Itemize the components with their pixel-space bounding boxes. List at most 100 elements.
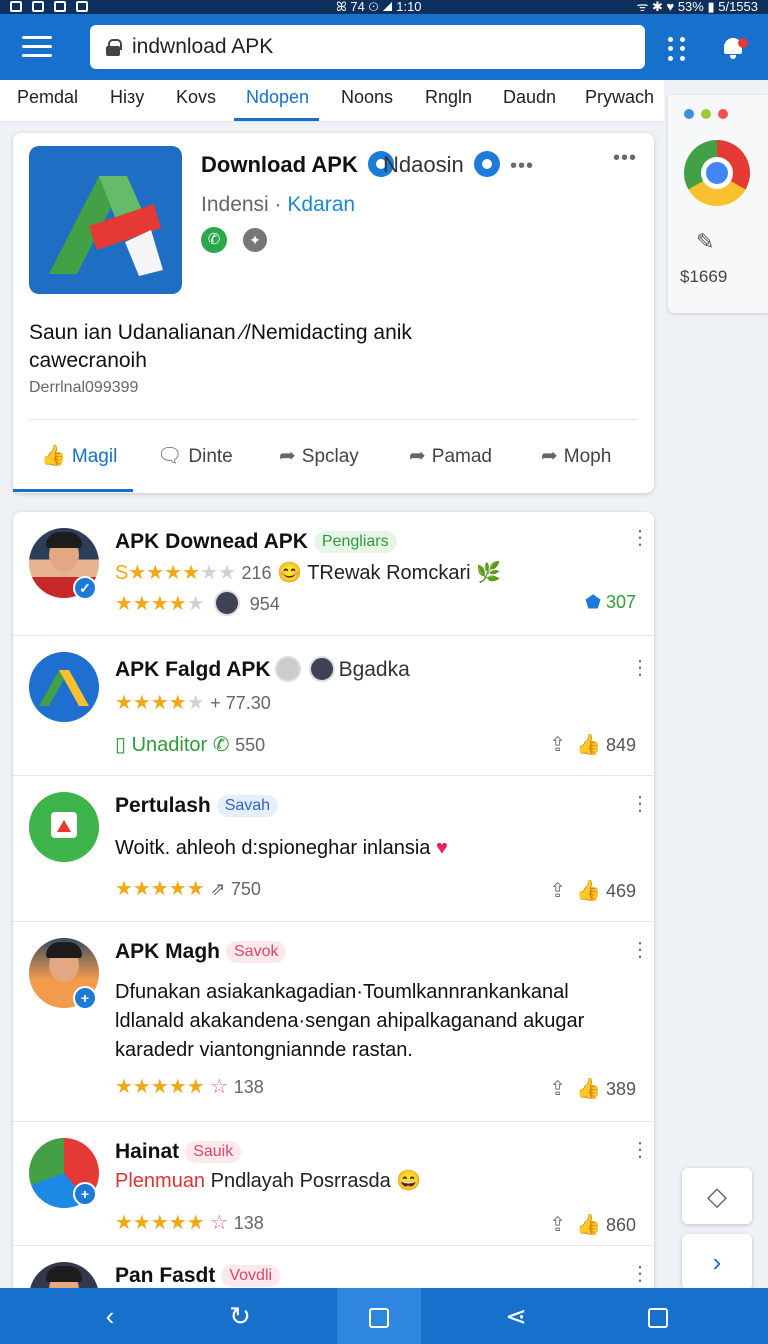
share-icon[interactable]: ⇪ <box>549 734 566 756</box>
list-item[interactable]: ✓ APK Downead APK Pengliars ⋮ S★★★★★★ 216… <box>13 512 654 636</box>
more-share-button[interactable]: ➦ Moph <box>541 443 611 468</box>
comment-icon: 🗨 <box>157 445 183 467</box>
app-card: Download APK Ndaosin ••• ••• Indensi · K… <box>13 133 654 493</box>
active-action-indicator <box>13 489 133 492</box>
forward-button[interactable]: ➦ Pamad <box>409 443 492 468</box>
refresh-icon[interactable]: ↻ <box>198 1288 282 1344</box>
more-vertical-icon[interactable]: ⋮ <box>630 1264 650 1284</box>
share-arrow-icon: ➦ <box>541 445 558 467</box>
tab-noons[interactable]: Noons <box>341 80 393 122</box>
phone-icon: ▯ <box>115 734 127 756</box>
bottom-nav: ‹ ↻ ⋖ <box>0 1288 768 1344</box>
share-icon[interactable]: ⋖ <box>474 1288 558 1344</box>
app-description: Saun ian Udanalianan ⁄/Nemidacting anik … <box>29 321 412 372</box>
item-stat: ⇪ 👍 860 <box>549 1214 636 1236</box>
tab-ndopen[interactable]: Ndopen <box>233 80 320 122</box>
item-title: APK Magh Savok <box>115 940 287 964</box>
more-horizontal-icon[interactable]: ••• <box>510 155 534 177</box>
share-icon[interactable]: ⇪ <box>549 1078 566 1100</box>
hamburger-menu-icon[interactable] <box>22 36 52 58</box>
award-icon: ⬟ <box>585 592 606 612</box>
app-badges: ✆ ✦ <box>201 227 267 253</box>
thumbs-up-icon[interactable]: 👍 <box>576 880 601 902</box>
share-icon: ⇗ <box>210 879 226 899</box>
more-vertical-icon[interactable]: ⋮ <box>630 658 650 678</box>
item-rating: ★★★★★ ☆ 138 <box>115 1212 264 1234</box>
share-icon[interactable]: ⇪ <box>549 1214 566 1236</box>
avatar[interactable] <box>29 792 99 862</box>
like-button[interactable]: 👍 Magil <box>41 443 117 468</box>
list-item[interactable]: + APK Magh Savok ⋮ Dfunakan asiakankagadi… <box>13 922 654 1122</box>
thumbs-up-icon[interactable]: 👍 <box>576 1078 601 1100</box>
tab-rngln[interactable]: Rngln <box>425 80 472 122</box>
item-body: Dfunakan asiakankagadian·Toumlkannrankan… <box>115 981 585 1061</box>
add-badge-icon: + <box>73 986 97 1010</box>
mini-avatar <box>308 656 335 682</box>
more-vertical-icon[interactable]: ⋮ <box>630 1140 650 1160</box>
avatar[interactable] <box>29 652 99 722</box>
edit-icon[interactable]: ✎ <box>696 229 714 255</box>
item-rating: ★★★★★ + 77.30 <box>115 692 271 714</box>
rating-stars: ★★★★★ ☆ <box>115 1212 229 1234</box>
share-icon[interactable]: ✦ <box>243 228 267 252</box>
rating-stars: S★★★★★★ <box>115 562 236 584</box>
emoji-icon: 😄 <box>396 1170 422 1192</box>
address-bar[interactable] <box>90 25 645 69</box>
item-title: Pan Fasdt Vovdli <box>115 1264 281 1288</box>
apps-grid-icon[interactable] <box>668 37 688 61</box>
app-title: Download APK <box>201 151 398 178</box>
item-title: APK Downead APK Pengliars <box>115 530 397 554</box>
next-arrow-icon[interactable]: › <box>682 1234 752 1290</box>
list-item[interactable]: + Hainat Sauik ⋮ Plenmuan Pndlayah Posrra… <box>13 1122 654 1246</box>
chrome-icon[interactable] <box>684 140 750 206</box>
divider <box>29 419 638 420</box>
search-input[interactable] <box>132 35 612 59</box>
share-button[interactable]: ➦ Spclay <box>279 443 359 468</box>
notification-icon <box>32 1 44 12</box>
verified-badge-icon: ✓ <box>73 576 97 600</box>
more-vertical-icon[interactable]: ⋮ <box>630 794 650 814</box>
more-vertical-icon[interactable]: ⋮ <box>630 528 650 548</box>
window-dots <box>684 109 728 119</box>
thumbs-up-icon[interactable]: 👍 <box>576 734 601 756</box>
diamond-icon[interactable]: ◇ <box>682 1168 752 1224</box>
tab-prywach[interactable]: Prуwach <box>585 80 654 122</box>
more-vertical-icon[interactable]: ⋮ <box>630 940 650 960</box>
notification-icon <box>10 1 22 12</box>
status-center: ꕤ 74 ⊙ ◢ 1:10 <box>336 0 422 14</box>
tab-hizy[interactable]: Hiзy <box>110 80 144 122</box>
verified-icon <box>473 151 500 177</box>
item-rating: ★★★★★ 954 <box>115 590 280 616</box>
whatsapp-icon[interactable]: ✆ <box>201 227 227 253</box>
side-price: $1669 <box>680 267 728 286</box>
forward-arrow-icon: ➦ <box>409 445 426 467</box>
notification-bell-icon[interactable] <box>718 32 748 62</box>
review-list: ✓ APK Downead APK Pengliars ⋮ S★★★★★★ 216… <box>13 512 654 1302</box>
tab-daudn[interactable]: Daudn <box>503 80 556 122</box>
mini-avatar <box>274 656 301 682</box>
thumbs-up-icon[interactable]: 👍 <box>576 1214 601 1236</box>
list-item[interactable]: Pertulash Savah ⋮ Woitk. ahleoh d:spioneg… <box>13 776 654 922</box>
gallery-icon[interactable] <box>616 1288 700 1344</box>
share-icon[interactable]: ⇪ <box>549 880 566 902</box>
app-developer: Indensi · Kdaran <box>201 193 356 216</box>
item-rating: ★★★★★ ⇗ 750 <box>115 878 261 900</box>
card-more-icon[interactable]: ••• <box>613 147 637 170</box>
tab-kovs[interactable]: Kovs <box>176 80 216 122</box>
list-item[interactable]: APK Falgd APK Bgadka ⋮ ★★★★★ + 77.30 ▯ Un… <box>13 636 654 776</box>
item-tag: Vovdli <box>221 1265 281 1287</box>
heart-icon: ♥ <box>435 837 448 859</box>
tab-pemdal[interactable]: Pemdal <box>17 80 78 122</box>
status-bar: ꕤ 74 ⊙ ◢ 1:10 ᯤ ✱ ♥ 53% ▮ 5/1553 <box>0 0 768 14</box>
developer-link[interactable]: Kdaran <box>287 193 355 216</box>
comment-button[interactable]: 🗨 Dinte <box>157 443 233 468</box>
top-app-bar <box>0 14 768 80</box>
home-icon[interactable] <box>337 1288 421 1344</box>
status-right: ᯤ ✱ ♥ 53% ▮ 5/1553 <box>636 0 758 14</box>
item-tag: Sauik <box>185 1141 242 1163</box>
item-rating: ★★★★★ ☆ 138 <box>115 1076 264 1098</box>
thumbs-up-icon: 👍 <box>41 445 66 467</box>
mini-avatar <box>214 590 241 616</box>
app-subtitle: Ndaosin ••• <box>383 151 534 177</box>
back-icon[interactable]: ‹ <box>68 1288 152 1344</box>
